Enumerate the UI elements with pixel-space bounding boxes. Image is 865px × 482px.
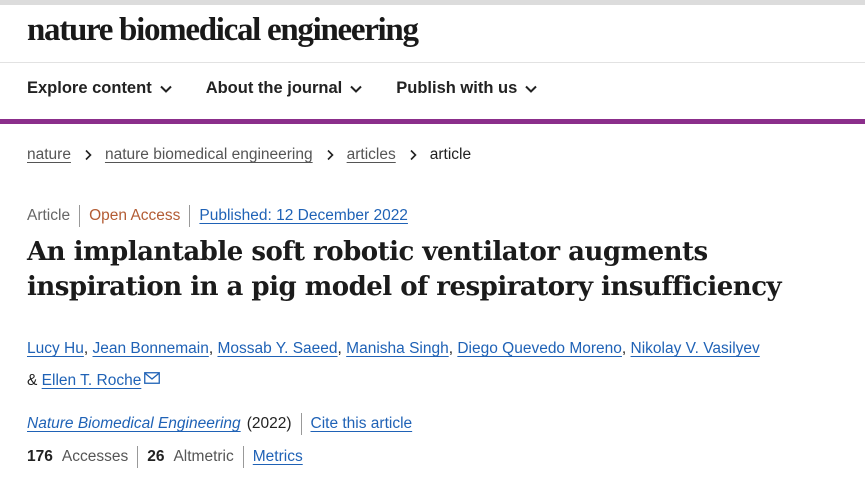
- article-stats: 176 Accesses 26 Altmetric Metrics: [27, 446, 303, 468]
- nav-explore-content[interactable]: Explore content: [27, 79, 173, 98]
- author-link[interactable]: Lucy Hu: [27, 340, 84, 357]
- author-link[interactable]: Nikolay V. Vasilyev: [631, 340, 760, 357]
- breadcrumb-link-journal[interactable]: nature biomedical engineering: [105, 146, 313, 164]
- chevron-right-icon: [327, 149, 334, 161]
- author-link[interactable]: Mossab Y. Saeed: [217, 340, 337, 357]
- breadcrumb: nature nature biomedical engineering art…: [27, 146, 471, 164]
- altmetric-count: 26: [147, 448, 165, 465]
- chevron-right-icon: [85, 149, 92, 161]
- author-list: Lucy Hu, Jean Bonnemain, Mossab Y. Saeed…: [27, 340, 760, 389]
- citation-divider: [300, 413, 302, 435]
- journal-name-link[interactable]: Nature Biomedical Engineering: [27, 415, 241, 433]
- publication-year: (2022): [246, 415, 292, 432]
- header-divider: [0, 62, 865, 63]
- top-strip: [0, 0, 865, 5]
- nav-about-journal-label: About the journal: [205, 79, 343, 97]
- chevron-down-icon: [525, 85, 537, 93]
- meta-divider: [189, 205, 191, 227]
- journal-logo[interactable]: nature biomedical engineering: [27, 12, 419, 49]
- article-type: Article: [27, 207, 71, 224]
- nav-publish-with-us-label: Publish with us: [396, 79, 518, 97]
- metrics-link[interactable]: Metrics: [253, 448, 303, 466]
- main-nav: Explore content About the journal Publis…: [27, 79, 538, 98]
- published-date-link[interactable]: Published: 12 December 2022: [199, 207, 408, 225]
- article-title: An implantable soft robotic ventilator a…: [27, 237, 782, 302]
- chevron-right-icon: [410, 149, 417, 161]
- nav-about-journal[interactable]: About the journal: [206, 79, 364, 98]
- chevron-down-icon: [350, 85, 362, 93]
- breadcrumb-current: article: [429, 146, 472, 163]
- altmetric-label: Altmetric: [173, 448, 234, 465]
- mail-icon[interactable]: [144, 372, 161, 384]
- accesses-count: 176: [27, 448, 53, 465]
- nav-accent-bar: [0, 119, 865, 124]
- stats-divider: [242, 446, 244, 468]
- meta-divider: [79, 205, 81, 227]
- accesses-label: Accesses: [61, 448, 129, 465]
- article-meta: Article Open Access Published: 12 Decemb…: [27, 205, 408, 227]
- author-link[interactable]: Manisha Singh: [346, 340, 449, 357]
- author-ampersand: &: [27, 372, 38, 389]
- open-access-label: Open Access: [89, 207, 181, 224]
- citation-line: Nature Biomedical Engineering (2022) Cit…: [27, 413, 412, 435]
- nav-publish-with-us[interactable]: Publish with us: [396, 79, 538, 98]
- chevron-down-icon: [159, 85, 172, 93]
- author-link[interactable]: Jean Bonnemain: [93, 340, 209, 357]
- nav-explore-content-label: Explore content: [27, 79, 152, 97]
- breadcrumb-link-nature[interactable]: nature: [27, 146, 71, 164]
- stats-divider: [137, 446, 139, 468]
- author-link[interactable]: Ellen T. Roche: [42, 372, 142, 389]
- cite-this-article-link[interactable]: Cite this article: [311, 415, 413, 433]
- author-link[interactable]: Diego Quevedo Moreno: [457, 340, 622, 357]
- breadcrumb-link-articles[interactable]: articles: [347, 146, 396, 164]
